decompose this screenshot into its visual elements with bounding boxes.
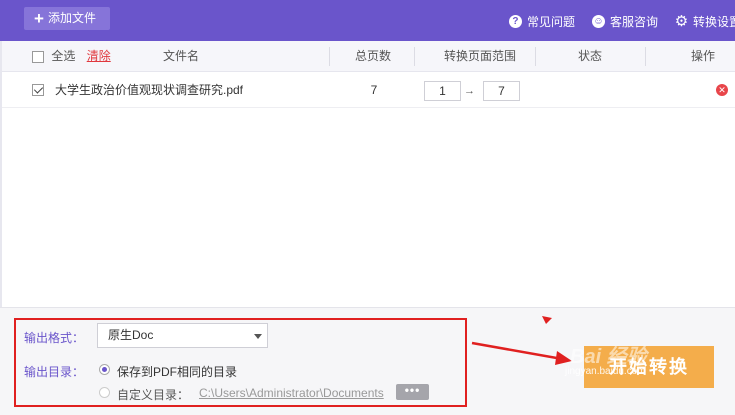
annotation-arrow-tip xyxy=(542,316,552,324)
watermark-logo: Bai 经验 xyxy=(570,346,647,368)
annotation-arrow-line xyxy=(471,341,569,362)
watermark-url: jingyan.baidu.com xyxy=(565,366,646,377)
